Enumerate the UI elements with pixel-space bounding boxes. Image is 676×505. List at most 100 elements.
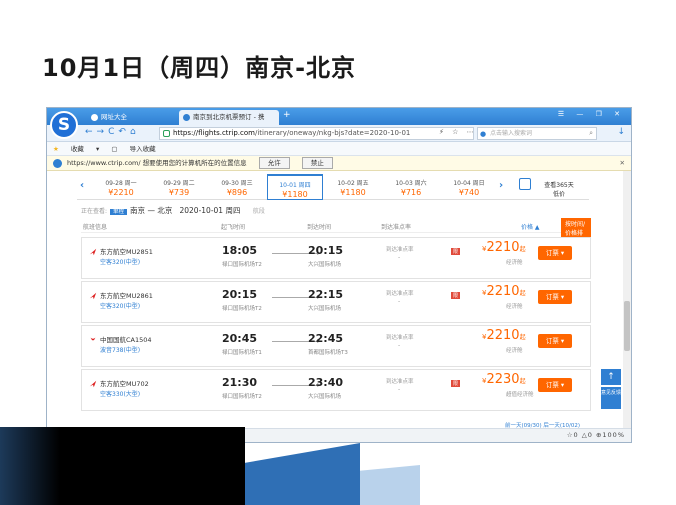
date-label: 10-03 周六: [395, 180, 427, 187]
browser-logo-icon[interactable]: S: [50, 111, 78, 139]
promo-badge: 限: [451, 248, 461, 255]
feedback-button[interactable]: 意见反馈: [601, 387, 621, 409]
col-arrival[interactable]: 到达时间: [307, 222, 331, 231]
date-cell[interactable]: 10-02 周五 ¥1180: [325, 174, 381, 200]
tab-home[interactable]: 网址大全: [87, 110, 177, 125]
date-cell[interactable]: 09-29 周二 ¥739: [151, 174, 207, 200]
promo-badge: 限: [451, 292, 461, 299]
departure-time: 21:30: [222, 376, 258, 389]
folder-icon: ▢: [111, 145, 118, 153]
arrival-time: 22:15: [308, 288, 344, 301]
arrival-airport: 大兴国际机场: [308, 262, 342, 268]
aircraft-model[interactable]: 空客320(中型): [100, 301, 140, 310]
trip-type-badge: 单程: [110, 209, 128, 215]
col-ontime[interactable]: 到达准点率: [381, 222, 411, 231]
import-favorites-button[interactable]: ▢ 导入收藏: [111, 145, 165, 153]
col-price[interactable]: 价格 ▲: [521, 222, 540, 231]
date-cell[interactable]: 09-30 周三 ¥896: [209, 174, 265, 200]
book-button[interactable]: 订票 ▾: [538, 378, 572, 392]
date-label: 09-30 周三: [221, 180, 253, 187]
cabin-class: 超值经济舱: [506, 392, 534, 398]
date-cell[interactable]: 10-04 周日 ¥740: [441, 174, 497, 200]
back-icon[interactable]: ←: [85, 127, 97, 137]
date-price: ¥1180: [340, 188, 366, 197]
book-button[interactable]: 订票 ▾: [538, 246, 572, 260]
sort-button[interactable]: 按时间/价格排: [561, 218, 591, 238]
airline-logo-icon: [89, 292, 97, 300]
route-extra: 航段: [252, 208, 265, 215]
airline-name: 东方航空MU702: [100, 380, 149, 388]
arrival-airport: 首都国际机场T3: [308, 350, 348, 356]
departure-airport: 禄口国际机场T2: [222, 306, 262, 312]
status-right[interactable]: ☆0 △0 ⊕100%: [567, 429, 625, 442]
tab-label: 南京到北京机票预订 - 携: [193, 113, 265, 121]
search-input[interactable]: ● 点击输入搜索词 ⌕: [477, 127, 597, 140]
url-path: /itinerary/oneway/nkg-bjs?date=2020-10-0…: [254, 129, 411, 137]
cabin-class: 经济舱: [506, 348, 523, 354]
window-controls[interactable]: ☰ — ❐ ✕: [558, 110, 625, 118]
ontime-label: 到达准点率: [386, 247, 414, 253]
back-to-top-button[interactable]: ↑: [601, 369, 621, 385]
date-cell[interactable]: 09-28 周一 ¥2210: [93, 174, 149, 200]
new-tab-button[interactable]: +: [283, 110, 291, 120]
favorites-button[interactable]: ★ 收藏 ▾: [53, 145, 99, 153]
deny-button[interactable]: 禁止: [301, 157, 333, 169]
date-price: ¥740: [458, 188, 480, 197]
address-tools[interactable]: ⚡ ☆ ⋯: [439, 128, 477, 136]
route-label: 正在查看:: [81, 208, 108, 215]
aircraft-model[interactable]: 空客320(中型): [100, 257, 140, 266]
date-cell[interactable]: 10-03 周六 ¥716: [383, 174, 439, 200]
search-icon[interactable]: ⌕: [589, 128, 593, 139]
date-price: ¥896: [226, 188, 248, 197]
close-icon[interactable]: ✕: [620, 156, 625, 171]
download-icon[interactable]: ↓: [617, 127, 625, 137]
refresh-icon[interactable]: C: [108, 127, 118, 137]
location-icon: [53, 159, 62, 168]
route-sep: —: [147, 206, 155, 215]
scrollbar[interactable]: [623, 171, 631, 429]
date-selector: ‹ 09-28 周一 ¥2210 09-29 周二 ¥739 09-30 周三 ¥89…: [77, 174, 589, 200]
ontime-label: 到达准点率: [386, 379, 414, 385]
home-icon[interactable]: ⌂: [130, 127, 140, 137]
browser-window: S 网址大全 南京到北京机票预订 - 携 + ☰ — ❐ ✕ ←→C↶⌂ htt…: [46, 107, 632, 443]
url-input[interactable]: https://flights.ctrip.com/itinerary/onew…: [159, 127, 474, 140]
search-placeholder: 点击输入搜索词: [490, 130, 533, 137]
price-suffix: 起: [519, 290, 526, 297]
nav-buttons: ←→C↶⌂: [85, 127, 140, 137]
arrival-airport: 大兴国际机场: [308, 394, 342, 400]
aircraft-model[interactable]: 波音738(中型): [100, 345, 140, 354]
aircraft-model[interactable]: 空客330(大型): [100, 389, 140, 398]
chevron-right-icon[interactable]: ›: [499, 180, 503, 191]
route-date: 2020-10-01 周四: [179, 206, 241, 215]
forward-icon[interactable]: →: [97, 127, 109, 137]
price-suffix: 起: [519, 334, 526, 341]
scrollbar-thumb[interactable]: [624, 301, 630, 351]
book-button[interactable]: 订票 ▾: [538, 334, 572, 348]
col-departure[interactable]: 起飞时间: [221, 222, 245, 231]
arrival-time: 23:40: [308, 376, 344, 389]
chevron-left-icon[interactable]: ‹: [80, 180, 84, 191]
price: ¥2230起: [482, 372, 526, 387]
date-label: 09-29 周二: [163, 180, 195, 187]
date-price: ¥716: [400, 188, 422, 197]
date-cell-selected[interactable]: 10-01 周四 ¥1180: [267, 174, 323, 200]
departure-airport: 禄口国际机场T2: [222, 394, 262, 400]
departure-time: 18:05: [222, 244, 258, 257]
calendar-icon: [519, 178, 531, 190]
flight-row: 东方航空MU2851 空客320(中型) 18:05 禄口国际机场T2 20:1…: [81, 237, 591, 279]
ontime-label: 到达准点率: [386, 291, 414, 297]
price: ¥2210起: [482, 240, 526, 255]
cabin-class: 经济舱: [506, 304, 523, 310]
book-button[interactable]: 订票 ▾: [538, 290, 572, 304]
airline-logo-icon: [89, 248, 97, 256]
undo-icon[interactable]: ↶: [118, 127, 130, 137]
tab-ctrip[interactable]: 南京到北京机票预订 - 携: [179, 110, 279, 125]
address-bar: ←→C↶⌂ https://flights.ctrip.com/itinerar…: [47, 125, 631, 142]
page-favicon-icon: [91, 114, 98, 121]
low-price-calendar[interactable]: 查看365天 低价: [515, 177, 585, 198]
airline-logo-icon: [90, 337, 96, 341]
price: ¥2210起: [482, 328, 526, 343]
allow-button[interactable]: 允许: [258, 157, 290, 169]
ontime-value: -: [398, 342, 401, 349]
import-label: 导入收藏: [129, 145, 156, 153]
